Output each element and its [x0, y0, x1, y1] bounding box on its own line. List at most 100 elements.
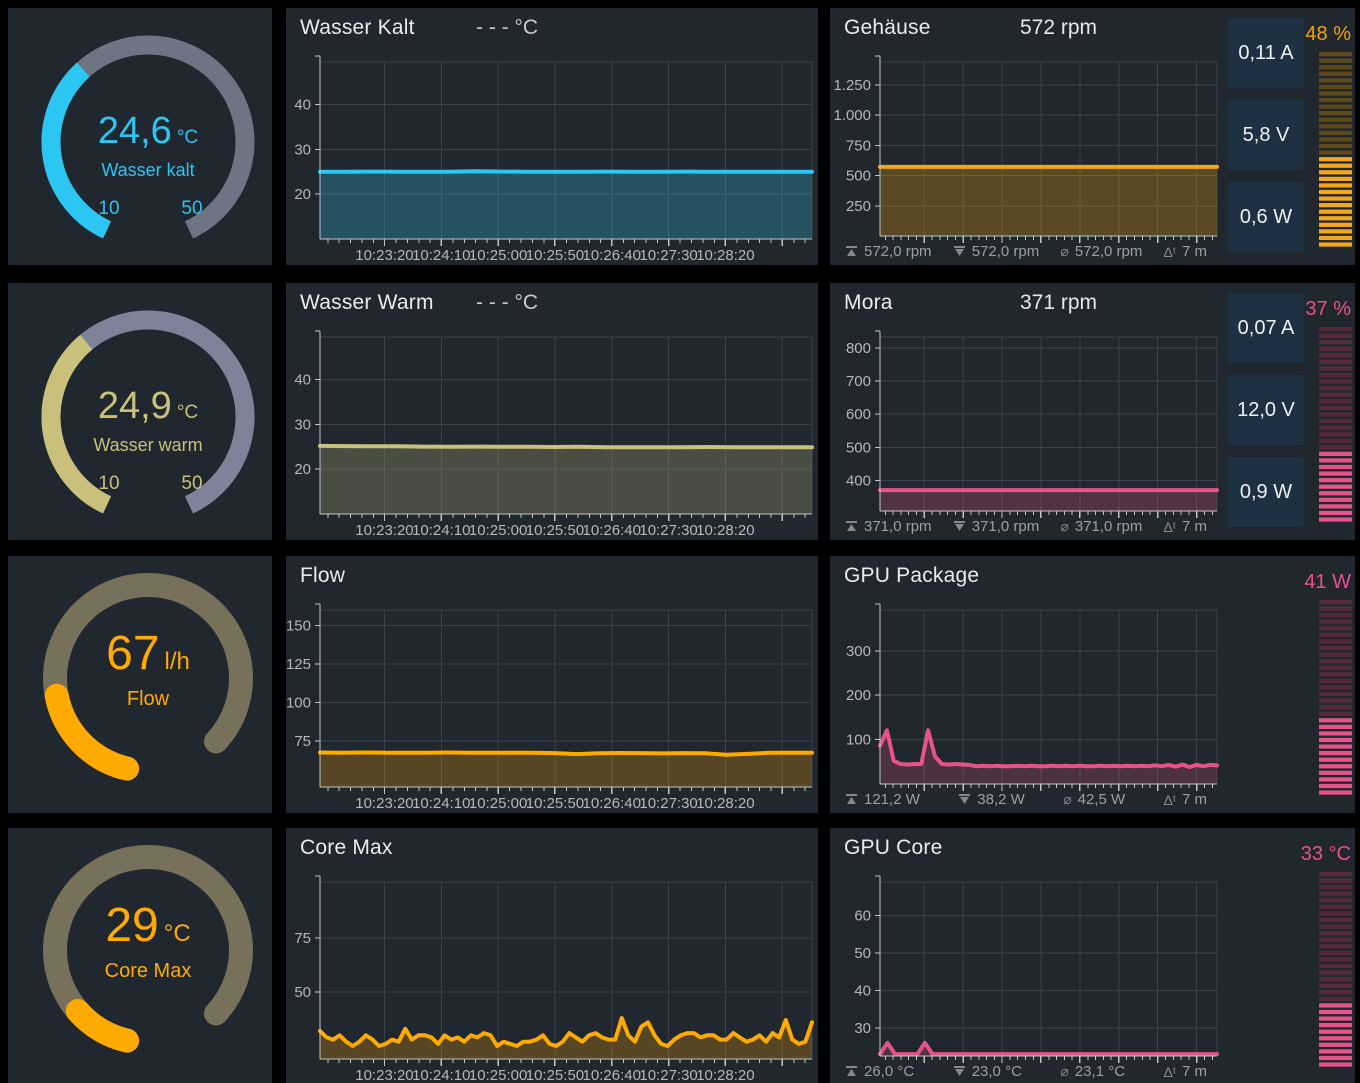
gauge-value: 24,9 °C — [8, 385, 272, 428]
level-meter — [1319, 327, 1352, 522]
stat-value: 7 m — [1181, 243, 1207, 260]
stat-value: 371,0 rpm — [971, 518, 1040, 535]
stat-min: 38,2 W — [958, 791, 1025, 808]
meter-segment — [1319, 242, 1352, 247]
meter-value-label: 33 °C — [1300, 843, 1351, 865]
meter-segment — [1319, 340, 1352, 345]
value-box: 12,0 V — [1228, 375, 1304, 445]
x-tick-label: 10:24:10 — [412, 522, 470, 539]
meter-segment — [1319, 744, 1352, 749]
meter-segment — [1319, 606, 1352, 611]
dashboard-row-4: 29 °C Core Max 50 75 10:23:20 10:24:10 10:25:00… — [0, 828, 1360, 1083]
y-tick-label: 20 — [294, 461, 311, 478]
avg-icon: ⌀ — [1060, 518, 1069, 534]
series-line — [318, 750, 814, 757]
sensor-dashboard: 24,6 °C Wasser kalt 10 50 20 30 40 10:23:20 10:24… — [0, 0, 1360, 1083]
meter-segment — [1319, 510, 1352, 516]
chart-title: Core Max — [300, 836, 393, 859]
x-tick-label: 10:28:20 — [696, 1067, 754, 1083]
x-tick-label: 10:25:50 — [526, 522, 584, 539]
stat-min: 572,0 rpm — [953, 243, 1040, 260]
meter-segment — [1319, 600, 1352, 605]
gauge-value-number: 24,6 — [97, 110, 172, 152]
meter-segment — [1319, 346, 1352, 351]
chart-title: Wasser Warm — [300, 291, 434, 314]
y-tick-label: 30 — [854, 1020, 871, 1037]
meter-segment — [1319, 517, 1352, 522]
meter-segment — [1319, 235, 1352, 241]
meter-segment — [1319, 691, 1352, 697]
x-tick-label: 10:25:00 — [469, 1067, 527, 1083]
meter-segment — [1319, 405, 1352, 410]
series-area — [320, 752, 812, 787]
value-box: 0,07 A — [1228, 293, 1304, 363]
meter-segment — [1319, 209, 1352, 214]
level-meter — [1319, 872, 1352, 1067]
meter-segment — [1319, 1003, 1352, 1008]
meter-segment — [1319, 711, 1352, 716]
meter-segment — [1319, 1023, 1352, 1028]
chart-stats: 371,0 rpm 371,0 rpm ⌀ 371,0 rpm Δᵗ 7 m — [845, 518, 1207, 535]
stat-max: 371,0 rpm — [845, 518, 932, 535]
right-chart-panel: 250 500 750 1.000 1.250 Gehäuse 572 rpm 572,0 r… — [830, 8, 1355, 265]
value-box: 0,6 W — [1228, 182, 1304, 252]
meter-segment — [1319, 626, 1352, 631]
gauge-value-number: 67 — [106, 627, 160, 680]
chart-title: Mora — [844, 291, 893, 314]
gauge-panel: 67 l/h Flow — [8, 556, 272, 813]
x-tick-label: 10:26:40 — [583, 795, 641, 812]
gauge-label: Wasser warm — [93, 435, 203, 455]
chart-title: Gehäuse — [844, 16, 931, 39]
meter-segment — [1319, 425, 1352, 430]
max-icon — [846, 794, 857, 804]
right-chart-panel: 30 40 50 60 GPU Core 26,0 °C 23,0 °C ⌀ 23,1 °C Δᵗ… — [830, 828, 1355, 1083]
meter-segment — [1319, 379, 1352, 384]
y-tick-label: 250 — [846, 198, 871, 215]
meter-segment — [1319, 458, 1352, 463]
gauge-canvas — [43, 845, 253, 1053]
y-tick-label: 700 — [846, 373, 871, 390]
meter-segment — [1319, 412, 1352, 417]
y-tick-label: 750 — [846, 137, 871, 154]
chart-title-value: 371 rpm — [1020, 291, 1098, 314]
value-box: 5,8 V — [1228, 100, 1304, 170]
chart-stats: 121,2 W 38,2 W ⌀ 42,5 W Δᵗ 7 m — [845, 791, 1207, 808]
series-area — [320, 171, 812, 239]
meter-segment — [1319, 970, 1352, 975]
series-area — [880, 490, 1217, 511]
gauge-unit: °C — [176, 402, 199, 423]
series-line — [878, 1040, 1219, 1057]
meter-segment — [1319, 724, 1352, 729]
meter-segment — [1319, 78, 1352, 83]
x-tick-label: 10:23:20 — [355, 795, 413, 812]
meter-segment — [1319, 484, 1352, 489]
meter-segment — [1319, 327, 1352, 332]
stat-value: 7 m — [1181, 791, 1207, 808]
stat-timespan: Δᵗ 7 m — [1164, 1063, 1207, 1080]
chart-canvas: 20304010:23:2010:24:1010:25:0010:25:5010… — [294, 330, 814, 539]
x-tick-label: 10:23:20 — [355, 1067, 413, 1083]
y-tick-label: 150 — [286, 617, 311, 634]
meter-segment — [1319, 613, 1352, 618]
timespan-icon: Δᵗ — [1163, 518, 1176, 535]
y-tick-label: 600 — [846, 406, 871, 423]
meter-segment — [1319, 751, 1352, 756]
meter-segment — [1319, 783, 1352, 789]
meter-segment — [1319, 777, 1352, 782]
meter-segment — [1319, 659, 1352, 664]
gauge-unit: °C — [176, 127, 199, 148]
meter-segment — [1319, 58, 1352, 63]
gauge-canvas — [43, 573, 253, 781]
dashboard-row-2: 24,9 °C Wasser warm 10 50 20 30 40 10:23:20 10:24… — [0, 283, 1360, 540]
meter-segment — [1319, 937, 1352, 942]
stat-value: 572,0 rpm — [971, 243, 1040, 260]
meter-segment — [1319, 497, 1352, 502]
meter-segment — [1319, 705, 1352, 710]
dashboard-row-1: 24,6 °C Wasser kalt 10 50 20 30 40 10:23:20 10:24… — [0, 8, 1360, 265]
chart-stats: 26,0 °C 23,0 °C ⌀ 23,1 °C Δᵗ 7 m — [845, 1063, 1207, 1080]
y-tick-label: 200 — [846, 687, 871, 704]
meter-segment — [1319, 84, 1352, 90]
gauge-unit: l/h — [164, 648, 190, 675]
meter-segment — [1319, 718, 1352, 723]
meter-segment — [1319, 1062, 1352, 1067]
